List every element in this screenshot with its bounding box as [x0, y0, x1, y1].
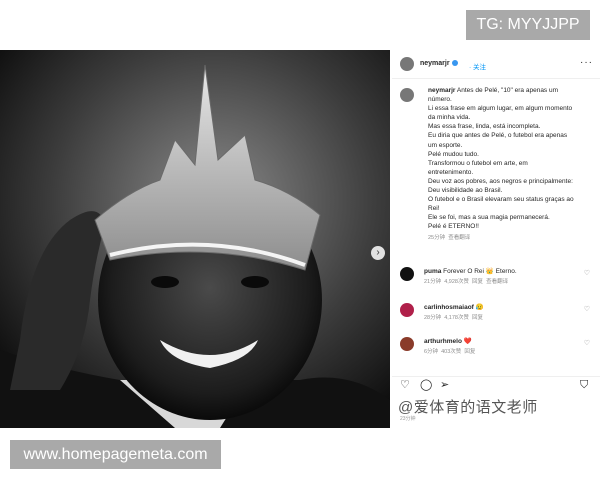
caption-line: Li essa frase em algum lugar, em algum m…: [428, 105, 573, 113]
caption-line: Transformou o futebol em arte, em: [428, 159, 528, 167]
caption-line: Deu voz aos pobres, aos negros e princip…: [428, 177, 573, 185]
heart-icon[interactable]: ♡: [584, 305, 590, 313]
verified-icon: [451, 60, 458, 67]
caption-translate-link[interactable]: 查看翻译: [448, 235, 470, 241]
caption-line: Mas essa frase, linda, está incompleta.: [428, 123, 541, 131]
weibo-watermark: @爱体育的语文老师: [398, 399, 538, 416]
caption-line: Rei!: [428, 205, 440, 213]
like-heart-icon[interactable]: ♡: [400, 380, 410, 391]
heart-icon[interactable]: ♡: [584, 269, 590, 277]
share-send-icon[interactable]: ➢: [440, 380, 449, 391]
avatar[interactable]: [400, 337, 414, 351]
comment-username[interactable]: arthurhmelo: [424, 338, 462, 345]
comment-text: Forever O Rei 👑 Eterno.: [443, 268, 517, 275]
more-options-icon[interactable]: ···: [580, 57, 593, 68]
comment-likes[interactable]: 403次赞: [441, 349, 461, 355]
comment-likes[interactable]: 4,928次赞: [444, 279, 469, 285]
comment-reply[interactable]: 回复: [472, 279, 483, 285]
caption-line: entretenimento.: [428, 168, 474, 176]
caption-line: da minha vida.: [428, 114, 471, 122]
caption-line: Antes de Pelé, "10" era apenas um: [456, 87, 559, 94]
pele-crown-photo: [0, 50, 390, 428]
comment-time: 6分钟: [424, 349, 439, 355]
next-image-arrow[interactable]: ›: [371, 246, 385, 260]
caption-line: O futebol e o Brasil elevaram seu status…: [428, 196, 574, 204]
caption-avatar[interactable]: [400, 88, 414, 102]
caption-username[interactable]: neymarjr: [428, 87, 455, 94]
comment-reply[interactable]: 回复: [464, 349, 475, 355]
comment-translate[interactable]: 查看翻译: [486, 279, 508, 285]
heart-icon[interactable]: ♡: [584, 339, 590, 347]
avatar[interactable]: [400, 267, 414, 281]
post-photo: ›: [0, 50, 390, 428]
comment-time: 21分钟: [424, 279, 442, 285]
comment-username[interactable]: carlinhosmaiaof: [424, 304, 474, 311]
post-side-panel: neymarjr · 关注 ··· neymarjr Antes de Pelé…: [392, 50, 600, 428]
caption-line: Pelé mudou tudo.: [428, 150, 479, 158]
comment-time: 28分钟: [424, 315, 442, 321]
comment-text: ❤️: [463, 338, 472, 345]
caption-line: Eu diria que antes de Pelé, o futebol er…: [428, 132, 568, 140]
post-date: 23分钟: [400, 416, 416, 422]
post-caption: neymarjr Antes de Pelé, "10" era apenas …: [428, 86, 594, 243]
comment-item: puma Forever O Rei 👑 Eterno. 21分钟 4,928次…: [400, 264, 596, 288]
follow-button[interactable]: · 关注: [469, 61, 486, 71]
post-username[interactable]: neymarjr: [420, 60, 458, 67]
site-watermark-badge: www.homepagemeta.com: [10, 440, 221, 469]
caption-time: 25分钟: [428, 234, 446, 241]
comment-text: 😥: [475, 304, 484, 311]
comment-username[interactable]: puma: [424, 268, 441, 275]
post-action-bar: ♡ ◯ ➢ ⛉: [392, 376, 600, 393]
bookmark-icon[interactable]: ⛉: [580, 380, 588, 391]
caption-line: Ele se foi, mas a sua magia permanecerá.: [428, 214, 550, 222]
avatar[interactable]: [400, 303, 414, 317]
comment-bubble-icon[interactable]: ◯: [420, 380, 432, 391]
comment-item: arthurhmelo ❤️ 6分钟 403次赞 回复 ♡: [400, 334, 596, 358]
tg-watermark-badge: TG: MYYJJPP: [466, 10, 590, 40]
caption-line: um esporte.: [428, 141, 463, 149]
comment-item: carlinhosmaiaof 😥 28分钟 4,178次赞 回复 ♡: [400, 300, 596, 324]
caption-line: Pelé é ETERNO!!: [428, 223, 479, 231]
post-header: neymarjr · 关注 ···: [392, 50, 600, 79]
avatar[interactable]: [400, 57, 414, 71]
caption-line: número.: [428, 96, 452, 104]
caption-line: Deu visibilidade ao Brasil.: [428, 187, 503, 195]
comment-likes[interactable]: 4,178次赞: [444, 315, 469, 321]
comment-reply[interactable]: 回复: [472, 315, 483, 321]
